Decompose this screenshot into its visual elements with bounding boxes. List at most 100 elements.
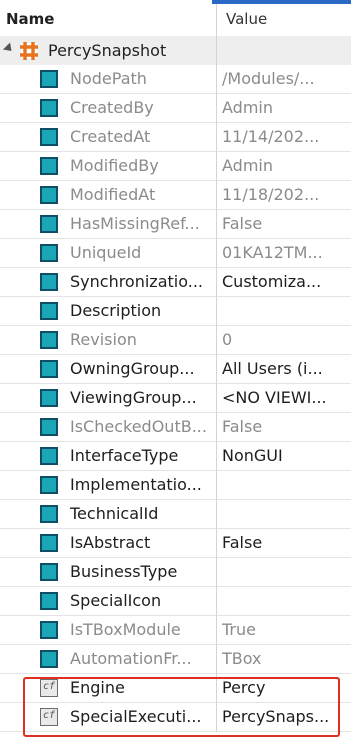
column-divider (216, 94, 217, 123)
property-row[interactable]: cf Engine Percy (0, 674, 351, 703)
column-divider (216, 674, 217, 703)
column-divider (216, 268, 217, 297)
property-name: Engine (70, 678, 125, 697)
property-icon (40, 215, 58, 233)
component-icon (20, 42, 38, 60)
property-row[interactable]: IsAbstract False (0, 529, 351, 558)
property-name: InterfaceType (70, 446, 179, 465)
property-row[interactable]: Revision 0 (0, 326, 351, 355)
property-name: NodePath (70, 69, 147, 88)
property-value[interactable]: All Users (i... (222, 359, 346, 378)
property-value[interactable]: True (222, 620, 346, 639)
column-divider (216, 123, 217, 152)
property-name: CreatedBy (70, 98, 154, 117)
column-divider (216, 471, 217, 500)
property-name: Implementatio... (70, 475, 202, 494)
property-value[interactable]: PercySnaps... (222, 707, 346, 726)
property-row[interactable]: CreatedBy Admin (0, 94, 351, 123)
column-divider (216, 442, 217, 471)
property-name: OwningGroup... (70, 359, 195, 378)
property-name: IsAbstract (70, 533, 151, 552)
property-name: ModifiedAt (70, 185, 156, 204)
property-name: ModifiedBy (70, 156, 159, 175)
property-icon (40, 418, 58, 436)
property-row[interactable]: OwningGroup... All Users (i... (0, 355, 351, 384)
property-name: SpecialExecuti... (70, 707, 202, 726)
property-icon (40, 99, 58, 117)
property-icon (40, 244, 58, 262)
property-row[interactable]: ModifiedBy Admin (0, 152, 351, 181)
property-name: HasMissingRef... (70, 214, 200, 233)
property-icon (40, 592, 58, 610)
property-icon (40, 563, 58, 581)
property-value[interactable]: False (222, 533, 346, 552)
property-icon (40, 186, 58, 204)
property-value[interactable]: NonGUI (222, 446, 346, 465)
property-row[interactable]: HasMissingRef... False (0, 210, 351, 239)
column-divider (216, 326, 217, 355)
property-icon (40, 650, 58, 668)
icon-glyph: cf (43, 710, 56, 721)
collapse-arrow-icon[interactable] (2, 42, 16, 55)
column-divider (216, 210, 217, 239)
property-row[interactable]: CreatedAt 11/14/202... (0, 123, 351, 152)
property-icon (40, 476, 58, 494)
column-divider (216, 65, 217, 94)
property-row[interactable]: ModifiedAt 11/18/202... (0, 181, 351, 210)
property-value[interactable]: 0 (222, 330, 346, 349)
property-value[interactable]: TBox (222, 649, 346, 668)
root-node-label: PercySnapshot (48, 41, 167, 60)
column-divider (216, 239, 217, 268)
property-value[interactable]: Customiza... (222, 272, 346, 291)
property-name: BusinessType (70, 562, 178, 581)
property-name: UniqueId (70, 243, 142, 262)
column-divider (216, 355, 217, 384)
property-row[interactable]: SpecialIcon (0, 587, 351, 616)
column-divider (216, 413, 217, 442)
property-value[interactable]: 01KA12TM... (222, 243, 346, 262)
column-divider (216, 500, 217, 529)
property-icon (40, 273, 58, 291)
property-value[interactable]: <NO VIEWI... (222, 388, 346, 407)
property-row[interactable]: NodePath/Modules/... (0, 65, 351, 94)
property-value[interactable]: /Modules/... (222, 69, 346, 88)
configuration-param-icon: cf (40, 708, 58, 726)
property-icon (40, 447, 58, 465)
root-node-row[interactable]: PercySnapshot (0, 36, 351, 65)
property-icon (40, 505, 58, 523)
value-column-label: Value (226, 10, 268, 28)
column-divider (216, 297, 217, 326)
property-name: TechnicalId (70, 504, 159, 523)
property-icon (40, 331, 58, 349)
property-value[interactable]: False (222, 417, 346, 436)
property-row[interactable]: Implementatio... (0, 471, 351, 500)
property-name: Description (70, 301, 162, 320)
property-value[interactable]: Admin (222, 98, 346, 117)
property-name: SpecialIcon (70, 591, 162, 610)
property-icon (40, 302, 58, 320)
property-value[interactable]: 11/18/202... (222, 185, 346, 204)
property-row[interactable]: Description (0, 297, 351, 326)
property-row[interactable]: IsTBoxModule True (0, 616, 351, 645)
property-row[interactable]: cf SpecialExecuti... PercySnaps... (0, 703, 351, 732)
property-row[interactable]: UniqueId 01KA12TM... (0, 239, 351, 268)
property-value[interactable]: Percy (222, 678, 346, 697)
property-row[interactable]: TechnicalId (0, 500, 351, 529)
property-value[interactable]: False (222, 214, 346, 233)
property-icon (40, 360, 58, 378)
property-row[interactable]: BusinessType (0, 558, 351, 587)
icon-glyph: cf (43, 681, 56, 692)
property-row[interactable]: InterfaceType NonGUI (0, 442, 351, 471)
property-row[interactable]: Synchronizatio... Customiza... (0, 268, 351, 297)
column-divider (216, 703, 217, 732)
column-divider (216, 587, 217, 616)
property-row[interactable]: ViewingGroup... <NO VIEWI... (0, 384, 351, 413)
property-name: Synchronizatio... (70, 272, 203, 291)
property-row[interactable]: IsCheckedOutB... False (0, 413, 351, 442)
property-value[interactable]: Admin (222, 156, 346, 175)
column-divider (216, 645, 217, 674)
column-divider (216, 384, 217, 413)
property-row[interactable]: AutomationFr... TBox (0, 645, 351, 674)
property-value[interactable]: 11/14/202... (222, 127, 346, 146)
property-icon (40, 534, 58, 552)
